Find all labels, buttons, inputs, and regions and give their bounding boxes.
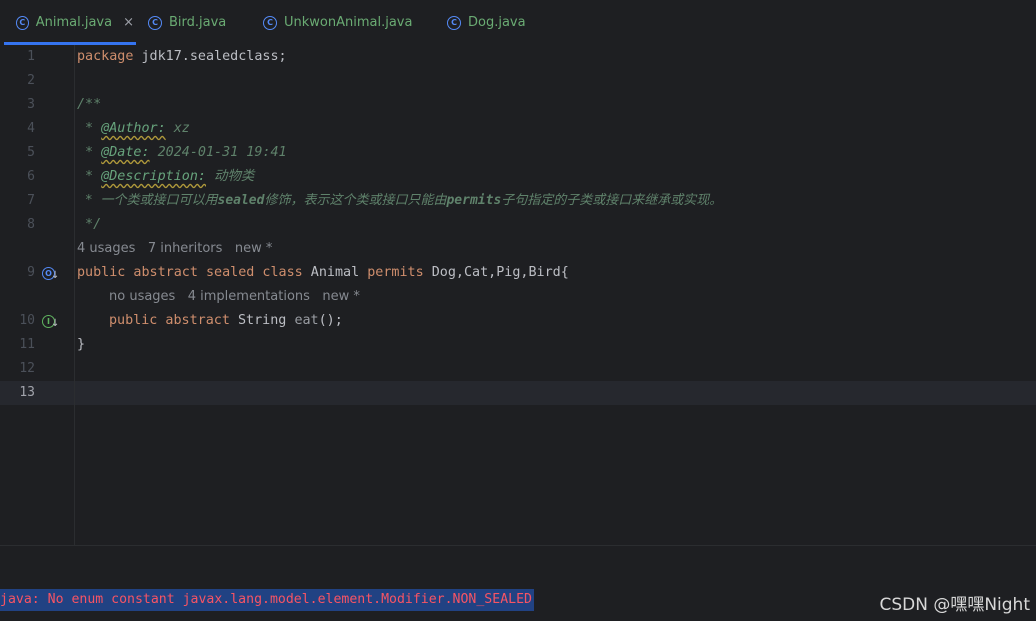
doc-tag-value: 2024-01-31 19:41 xyxy=(149,145,287,160)
line-number: 7 xyxy=(27,193,35,208)
tab-animal-java[interactable]: C Animal.java × xyxy=(4,0,136,45)
tab-label: Animal.java xyxy=(35,15,113,30)
permits-list: Dog,Cat,Pig,Bird{ xyxy=(423,265,569,280)
line-number: 11 xyxy=(19,337,35,352)
line-number-current: 13 xyxy=(19,385,35,400)
inheritors-link[interactable]: 7 inheritors xyxy=(148,241,223,256)
code-line-7: * 一个类或接口可以用sealed修饰，表示这个类或接口只能由permits子句… xyxy=(77,189,722,213)
editor-bottom-panel xyxy=(0,545,1036,587)
doc-tag-value: xz xyxy=(165,121,190,136)
class-icon: C xyxy=(148,15,162,30)
doc-star: * xyxy=(77,193,101,208)
doc-text: 一个类或接口可以用 xyxy=(100,193,218,208)
line-number: 6 xyxy=(27,169,35,184)
watermark: CSDN @嘿嘿Night xyxy=(879,595,1030,615)
class-icon: C xyxy=(16,15,29,30)
current-line-highlight xyxy=(0,381,1036,405)
gutter-separator xyxy=(74,45,75,545)
keyword: permits xyxy=(367,265,424,280)
method-name: eat xyxy=(294,313,319,328)
doc-code: permits xyxy=(446,193,502,208)
code-line-4: * @Author: xz xyxy=(77,117,190,141)
return-type: String xyxy=(229,313,295,328)
package-name: jdk17.sealedclass; xyxy=(133,49,287,64)
tab-label: UnkwonAnimal.java xyxy=(284,15,413,30)
editor-tab-bar: C Animal.java × C Bird.java C UnkwonAnim… xyxy=(0,0,1036,46)
code-line-8: */ xyxy=(77,213,101,237)
code-line-11: } xyxy=(77,333,85,357)
closing-brace: } xyxy=(77,337,86,352)
line-number: 2 xyxy=(27,73,35,88)
arrow-down-icon: ↓ xyxy=(51,270,60,281)
code-line-5: * @Date: 2024-01-31 19:41 xyxy=(77,141,287,165)
doc-tag: @Date: xyxy=(101,145,150,160)
author-hint[interactable]: new * xyxy=(235,241,273,256)
inlay-hint-class: 4 usages 7 inheritors new * xyxy=(77,237,272,261)
method-params: (); xyxy=(318,313,343,328)
code-line-3: /** xyxy=(77,93,101,117)
keyword: public abstract sealed class xyxy=(77,265,303,280)
code-line-6: * @Description: 动物类 xyxy=(77,165,254,189)
usages-link[interactable]: no usages xyxy=(109,289,175,304)
doc-star: * xyxy=(77,169,102,184)
keyword: package xyxy=(77,49,134,64)
line-number: 12 xyxy=(19,361,35,376)
line-number: 10 xyxy=(19,313,35,328)
line-number: 1 xyxy=(27,49,35,64)
tab-unkwonanimal-java[interactable]: C UnkwonAnimal.java xyxy=(263,0,412,45)
code-line-10: public abstract String eat(); xyxy=(109,309,343,333)
doc-code: sealed xyxy=(217,193,265,208)
arrow-down-icon: ↓ xyxy=(51,318,60,329)
doc-text: 修饰，表示这个类或接口只能由 xyxy=(264,193,447,208)
keyword: public abstract xyxy=(109,313,230,328)
implementations-link[interactable]: 4 implementations xyxy=(188,289,310,304)
doc-text: 子句指定的子类或接口来继承或实现。 xyxy=(501,193,723,208)
tab-dog-java[interactable]: C Dog.java xyxy=(447,0,526,45)
doc-tag-value: 动物类 xyxy=(206,169,255,184)
inlay-hint-method: no usages 4 implementations new * xyxy=(109,285,360,309)
author-hint[interactable]: new * xyxy=(322,289,360,304)
tab-label: Bird.java xyxy=(169,15,227,30)
line-number: 5 xyxy=(27,145,35,160)
tab-bird-java[interactable]: C Bird.java xyxy=(148,0,226,45)
doc-comment: */ xyxy=(77,217,102,232)
line-number: 9 xyxy=(27,265,35,280)
line-number: 3 xyxy=(27,97,35,112)
usages-link[interactable]: 4 usages xyxy=(77,241,135,256)
code-line-9: public abstract sealed class Animal perm… xyxy=(77,261,569,285)
line-number: 8 xyxy=(27,217,35,232)
doc-tag: @Author: xyxy=(101,121,166,136)
doc-star: * xyxy=(77,121,102,136)
doc-tag: @Description: xyxy=(101,169,206,184)
code-line-1: package jdk17.sealedclass; xyxy=(77,45,287,69)
doc-comment: /** xyxy=(77,97,102,112)
tab-label: Dog.java xyxy=(468,15,526,30)
class-name: Animal xyxy=(302,265,368,280)
class-icon: C xyxy=(447,15,461,30)
class-icon: C xyxy=(263,15,277,30)
close-icon[interactable]: × xyxy=(123,15,134,30)
line-number: 4 xyxy=(27,121,35,136)
build-error-message[interactable]: java: No enum constant javax.lang.model.… xyxy=(0,589,534,611)
doc-star: * xyxy=(77,145,102,160)
